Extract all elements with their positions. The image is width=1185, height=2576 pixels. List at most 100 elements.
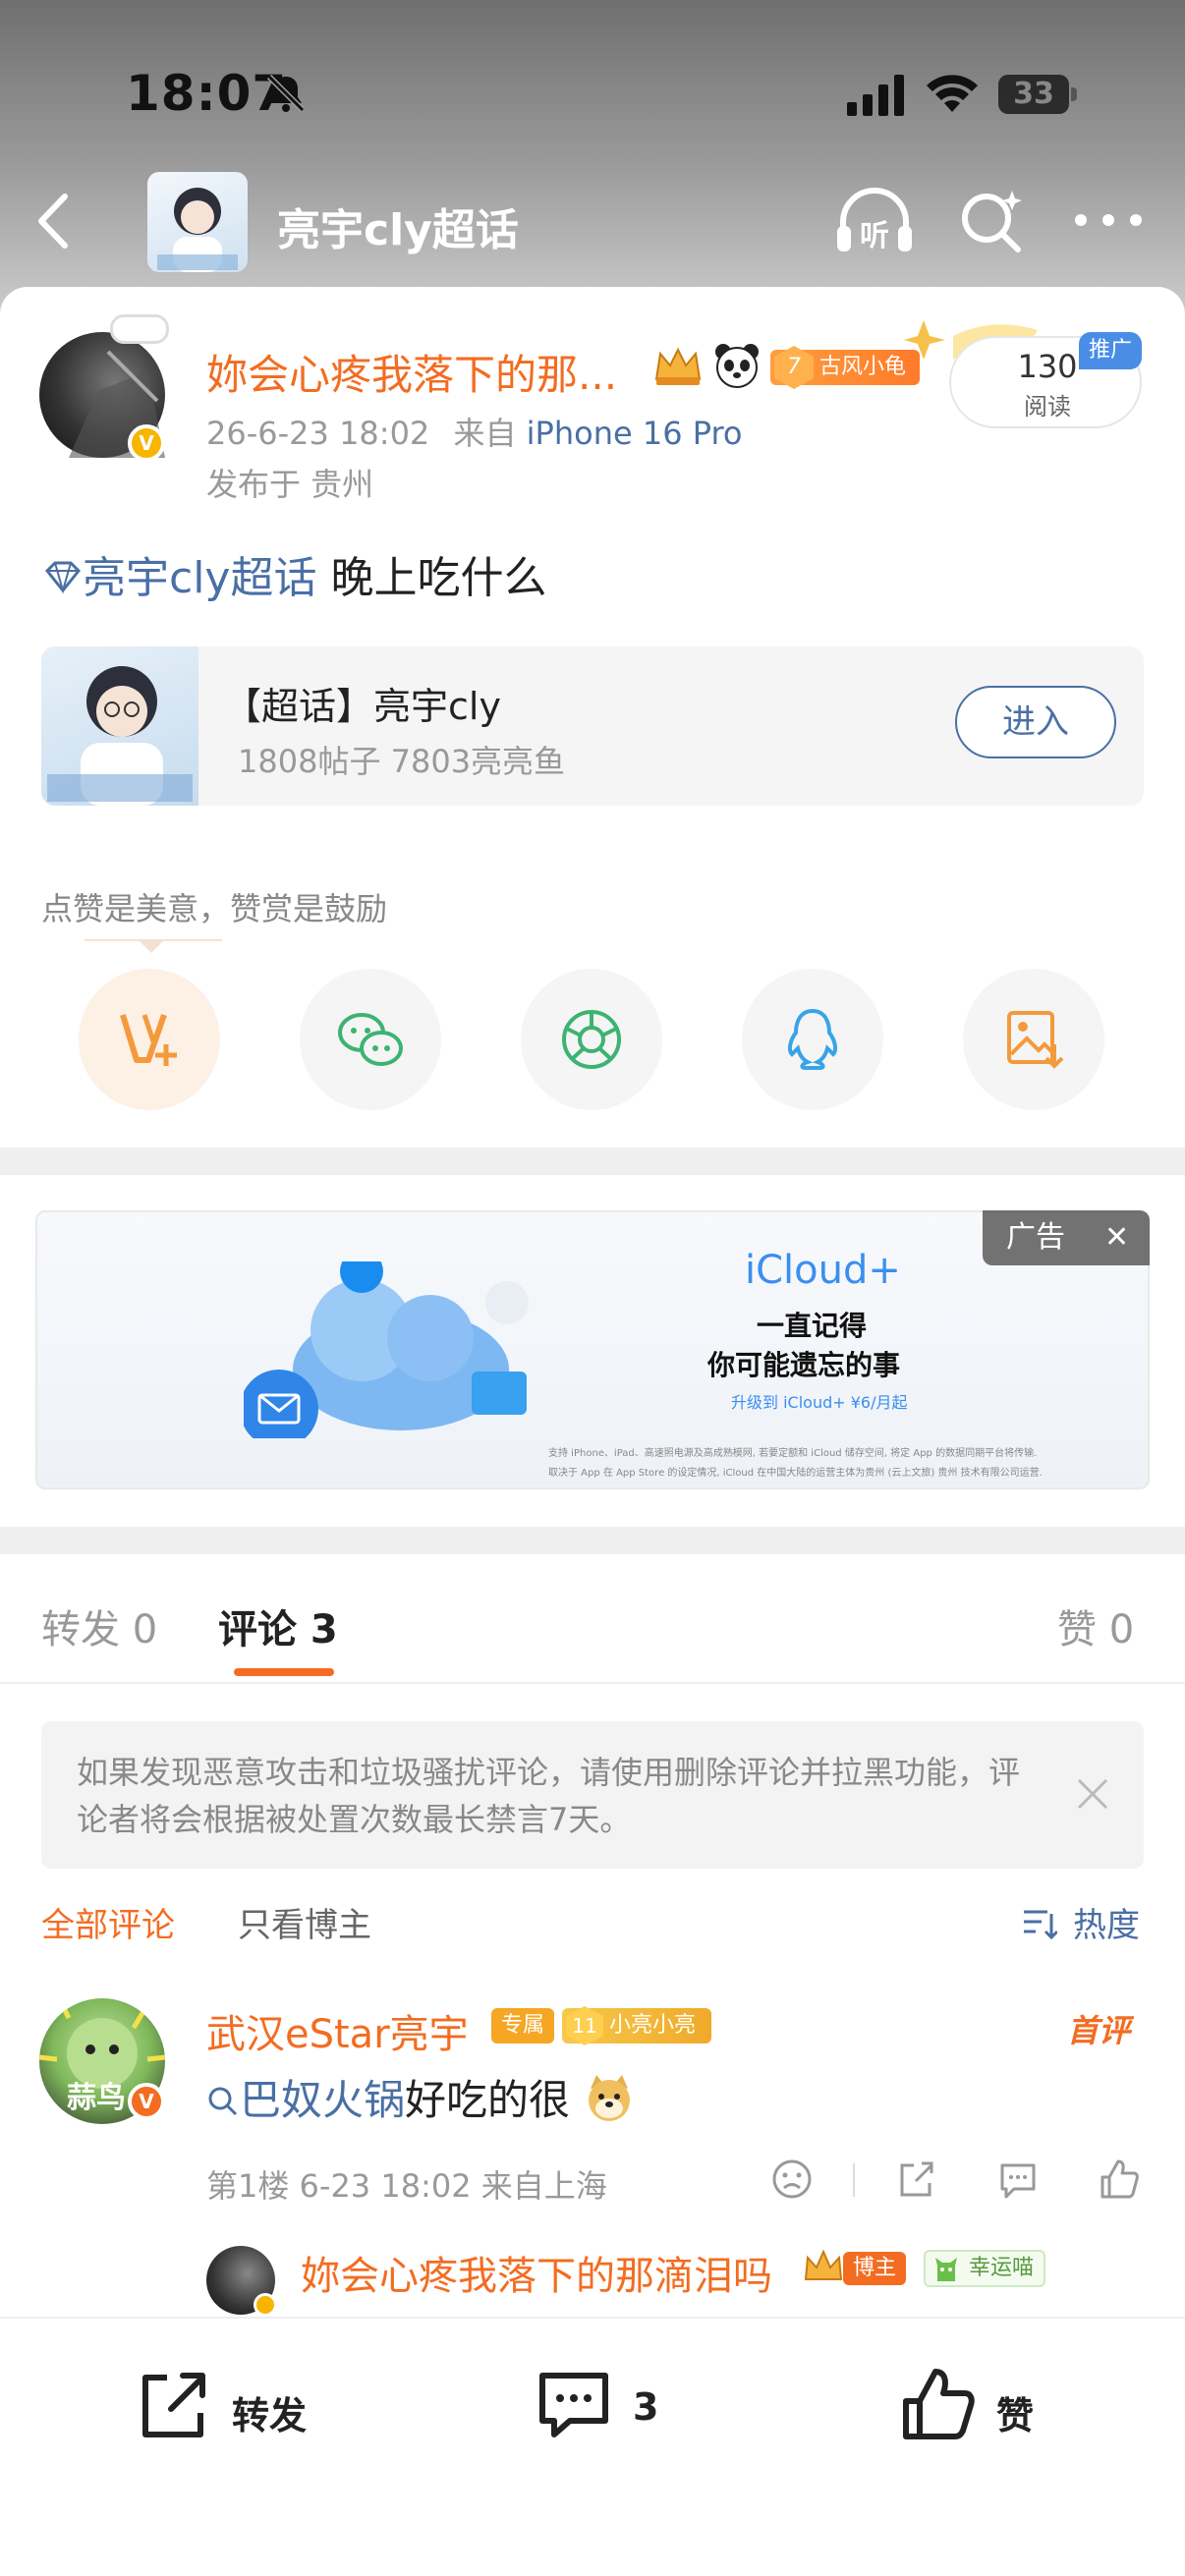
verified-badge-icon: V	[128, 424, 165, 462]
bottom-comment-count: 3	[633, 2385, 659, 2429]
ad-tag[interactable]: 广告 ✕	[983, 1210, 1150, 1265]
repost-icon	[142, 2373, 205, 2437]
bottom-like-button[interactable]: 赞	[898, 2366, 1055, 2448]
filter-all-comments[interactable]: 全部评论	[41, 1898, 175, 1946]
bottom-repost-label: 转发	[232, 2394, 308, 2437]
ad-headline-2: 你可能遗忘的事	[707, 1349, 901, 1381]
supertopic-card[interactable]: 【超话】亮宇cly 1808帖子 7803亮亮鱼 进入	[41, 646, 1144, 806]
tab-likes[interactable]: 赞 0	[1057, 1597, 1134, 1654]
commenter-fan-badge: 11 小亮小亮	[562, 2006, 712, 2045]
lucky-cat-label: 幸运喵	[969, 2256, 1035, 2280]
reward-icon	[120, 1014, 177, 1066]
section-divider-2	[0, 1527, 1185, 1554]
like-hint: 点赞是美意，赞赏是鼓励	[41, 890, 388, 927]
sort-icon	[1024, 1910, 1057, 1939]
ad-brand: iCloud+	[745, 1248, 901, 1293]
topic-thumbnail[interactable]	[147, 172, 248, 272]
supertopic-title: 【超话】亮宇cly	[224, 685, 501, 728]
ad-fineprint-1: 支持 iPhone、iPad、高速照电源及高成熟模网, 若要定额和 iCloud…	[548, 1448, 1038, 1459]
supertopic-cover	[41, 646, 198, 806]
reply-crown-icon	[804, 2249, 843, 2280]
svg-text:听: 听	[860, 219, 889, 253]
comment-icon	[539, 2373, 608, 2437]
fan-level-name: 古风小龟	[819, 355, 907, 379]
icloud-illustration-icon	[244, 1261, 529, 1438]
battery-icon: 33	[998, 75, 1077, 114]
commenter-fan-name: 小亮小亮	[609, 2013, 697, 2038]
reward-button[interactable]	[79, 969, 220, 1110]
lucky-cat-badge: 幸运喵	[924, 2250, 1046, 2287]
fan-level-number: 7	[774, 346, 814, 389]
doge-emoji-icon	[589, 2075, 631, 2121]
share-wechat-button[interactable]	[300, 969, 441, 1110]
bottom-action-bar: 转发 3 赞	[0, 2317, 1185, 2576]
first-comment-badge: 首评	[1067, 2012, 1131, 2049]
post-device[interactable]: iPhone 16 Pro	[527, 415, 743, 452]
search-icon[interactable]	[957, 187, 1026, 255]
post-card: V 妳会心疼我落下的那... 7 古风小龟 130 阅读 推广 26-6-23 …	[0, 287, 1185, 1148]
bell-off-icon	[266, 74, 306, 113]
read-label: 阅读	[1024, 393, 1071, 420]
post-from: 来自	[453, 415, 517, 452]
status-bar: 18:07 33	[0, 0, 1185, 187]
like-icon[interactable]	[1097, 2157, 1140, 2201]
qq-icon	[787, 1008, 838, 1070]
section-divider	[0, 1148, 1185, 1175]
share-qq-button[interactable]	[742, 969, 883, 1110]
comment-meta: 第1楼 6-23 18:02 来自上海	[206, 2167, 607, 2205]
like-icon	[903, 2369, 975, 2439]
bottom-comment-button[interactable]: 3	[535, 2366, 672, 2448]
ad-fineprint-2: 取决于 App 在 App Store 的设定情况, iCloud 在中国大陆的…	[548, 1468, 1043, 1479]
post-time: 26-6-23 18:02	[206, 415, 430, 452]
comment-search-link[interactable]: 巴奴火锅	[240, 2076, 405, 2124]
notice-text: 如果发现恶意攻击和垃圾骚扰评论，请使用删除评论并拉黑功能，评论者将会根据被处置次…	[77, 1754, 1021, 1838]
back-icon[interactable]	[29, 187, 79, 255]
save-image-button[interactable]	[963, 969, 1104, 1110]
cellular-signal-icon	[847, 75, 904, 116]
post-topic-link[interactable]: 亮宇cly超话	[83, 553, 316, 603]
ad-headline-1: 一直记得	[757, 1310, 868, 1342]
ad-close-icon[interactable]: ✕	[1104, 1210, 1129, 1265]
commenter-name[interactable]: 武汉eStar亮宇	[206, 2002, 469, 2059]
supertopic-diamond-icon	[44, 561, 82, 594]
interaction-tabs: 转发 0 评论 3 赞 0	[0, 1554, 1185, 1684]
tab-repost[interactable]: 转发 0	[41, 1597, 157, 1654]
ad-tag-label: 广告	[1006, 1220, 1065, 1255]
hint-arrow	[138, 939, 165, 953]
exclusive-tag: 专属	[491, 2008, 555, 2044]
comment-text: 好吃的很	[405, 2076, 571, 2124]
panda-badge-icon	[715, 344, 759, 388]
action-divider	[853, 2163, 855, 2197]
enter-button[interactable]: 进入	[955, 686, 1116, 758]
repost-icon[interactable]	[894, 2157, 937, 2201]
tab-comments[interactable]: 评论 3	[218, 1597, 338, 1654]
commenter-fan-level: 11	[566, 2006, 603, 2045]
listen-icon[interactable]: 听	[833, 185, 916, 259]
reply-author-name[interactable]: 妳会心疼我落下的那滴泪吗	[301, 2244, 772, 2301]
sort-by-hot[interactable]: 热度	[1073, 1898, 1140, 1946]
author-name[interactable]: 妳会心疼我落下的那...	[206, 342, 617, 402]
post-text: 晚上吃什么	[316, 553, 547, 603]
promote-tag[interactable]: 推广	[1079, 332, 1143, 369]
wifi-icon	[927, 75, 978, 112]
bottom-like-label: 赞	[996, 2394, 1035, 2437]
save-image-icon	[1007, 1011, 1064, 1069]
ad-cta: 升级到 iCloud+ ¥6/月起	[731, 1393, 908, 1412]
dislike-face-icon[interactable]	[770, 2157, 814, 2201]
close-icon[interactable]	[1075, 1776, 1110, 1812]
wechat-icon	[338, 1013, 403, 1066]
nav-bar: 亮宇cly超话 听	[0, 167, 1185, 275]
filter-author-only[interactable]: 只看博主	[238, 1898, 371, 1946]
comment-notice: 如果发现恶意攻击和垃圾骚扰评论，请使用删除评论并拉黑功能，评论者将会根据被处置次…	[41, 1721, 1144, 1869]
battery-level: 33	[1013, 77, 1054, 111]
more-icon[interactable]	[1075, 210, 1144, 230]
lucky-cat-icon	[935, 2258, 957, 2281]
post-content: 亮宇cly超话 晚上吃什么	[43, 542, 546, 605]
search-link-icon	[208, 2087, 238, 2116]
bottom-repost-button[interactable]: 转发	[134, 2366, 330, 2448]
post-meta: 26-6-23 18:02 来自 iPhone 16 Pro	[206, 409, 742, 454]
share-moments-button[interactable]	[521, 969, 662, 1110]
reply-icon[interactable]	[996, 2157, 1040, 2201]
supertopic-stats: 1808帖子 7803亮亮鱼	[238, 743, 566, 780]
avatar-label: 蒜鸟	[67, 2081, 126, 2115]
